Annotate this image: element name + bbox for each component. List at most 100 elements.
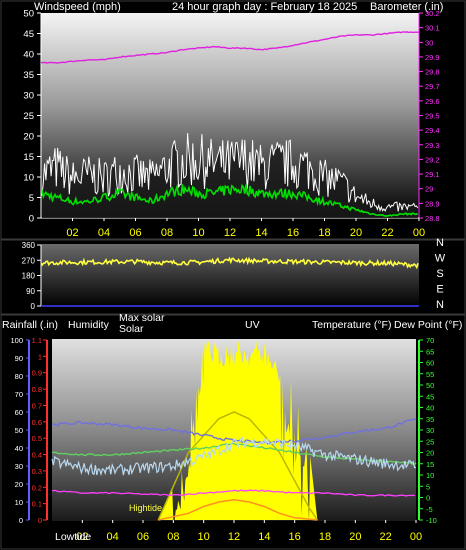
humidity-tick-label: 50 (15, 426, 23, 435)
direction-tick-label: 180 (22, 272, 36, 281)
time-tick-label: 22 (380, 531, 392, 543)
barometer-tick-label: 29.3 (425, 141, 440, 150)
rainfall-tick-label: 0.5 (32, 434, 42, 443)
barometer-tick-label: 30.2 (425, 9, 440, 18)
barometer-tick-label: 29.6 (425, 97, 440, 106)
time-tick-label: 18 (318, 227, 330, 239)
temperature-tick-label: 0 (426, 494, 430, 503)
humidity-tick-label: 80 (15, 372, 23, 381)
time-tick-label: 08 (167, 531, 179, 543)
temperature-tick-label: 65 (426, 347, 434, 356)
time-tick-label: 10 (192, 227, 204, 239)
direction-tick-label: 270 (22, 256, 36, 265)
time-tick-label: 00 (413, 227, 425, 239)
time-tick-label: 04 (107, 531, 119, 543)
time-tick-label: 12 (228, 531, 240, 543)
windspeed-tick-label: 30 (23, 91, 34, 102)
compass-label-w: W (435, 253, 446, 265)
barometer-tick-label: 30.1 (425, 24, 440, 33)
windspeed-tick-label: 20 (23, 132, 34, 143)
temperature-tick-label: 30 (426, 426, 434, 435)
direction-tick-label: 90 (26, 287, 35, 296)
rainfall-tick-label: 1.1 (32, 336, 42, 345)
rainfall-axis-title: Rainfall (.in) (2, 319, 58, 331)
rainfall-tick-label: 0.6 (32, 418, 42, 427)
compass-label-s: S (436, 268, 443, 280)
windspeed-tick-label: 25 (23, 111, 34, 122)
rainfall-tick-label: 0.7 (32, 401, 42, 410)
windspeed-tick-label: 40 (23, 50, 34, 61)
temperature-tick-label: 15 (426, 460, 434, 469)
hightide-label: Hightide (129, 503, 162, 513)
wind-baro-panel: Windspeed (mph) 24 hour graph day : Febr… (0, 0, 466, 240)
time-tick-label: 20 (349, 531, 361, 543)
humidity-tick-label: 0 (19, 516, 23, 525)
humidity-tick-label: 60 (15, 408, 23, 417)
barometer-tick-label: 29.1 (425, 170, 440, 179)
temperature-tick-label: 5 (426, 482, 430, 491)
rainfall-tick-label: 0.4 (32, 451, 42, 460)
compass-label-n: N (436, 237, 444, 249)
temperature-tick-label: 70 (426, 336, 434, 345)
temperature-tick-label: 50 (426, 381, 434, 390)
windspeed-tick-label: 15 (23, 152, 34, 163)
barometer-tick-label: 30 (425, 38, 433, 47)
wind-direction-panel: 090180270360 NWSEN (0, 237, 466, 315)
uv-legend: UV (245, 319, 260, 331)
humidity-axis-title: Humidity (68, 319, 110, 331)
direction-plot-area (41, 244, 419, 307)
time-tick-label: 12 (224, 227, 236, 239)
temperature-tick-label: 55 (426, 370, 434, 379)
windspeed-tick-label: 0 (29, 214, 34, 225)
rainfall-tick-label: 0.2 (32, 483, 42, 492)
graph-date-title: 24 hour graph day : February 18 2025 (172, 1, 357, 13)
windspeed-axis-title: Windspeed (mph) (34, 1, 121, 13)
temperature-tick-label: 60 (426, 359, 434, 368)
time-tick-label: 06 (129, 227, 141, 239)
humidity-tick-label: 10 (15, 498, 23, 507)
solar-legend: Solar (119, 323, 144, 335)
time-tick-label: 00 (410, 531, 422, 543)
rainfall-tick-label: 0.3 (32, 467, 42, 476)
temperature-tick-label: 45 (426, 392, 434, 401)
barometer-tick-label: 29.2 (425, 155, 440, 164)
temperature-tick-label: 35 (426, 415, 434, 424)
barometer-tick-label: 29.8 (425, 68, 440, 77)
time-tick-label: 18 (319, 531, 331, 543)
windspeed-tick-label: 50 (23, 9, 34, 20)
rainfall-tick-label: 1 (38, 352, 42, 361)
barometer-tick-label: 29.4 (425, 126, 440, 135)
barometer-tick-label: 29.7 (425, 82, 440, 91)
time-tick-label: 04 (98, 227, 110, 239)
temperature-axis-title: Temperature (°F) (312, 319, 391, 331)
temperature-tick-label: 25 (426, 437, 434, 446)
time-tick-label: 16 (287, 227, 299, 239)
temperature-tick-label: 10 (426, 471, 434, 480)
barometer-tick-label: 28.9 (425, 199, 440, 208)
direction-tick-label: 0 (31, 302, 36, 311)
time-tick-label: 06 (137, 531, 149, 543)
temperature-tick-label: 20 (426, 449, 434, 458)
time-tick-label: 02 (66, 227, 78, 239)
dewpoint-axis-title: Dew Point (°F) (394, 319, 462, 331)
rainfall-tick-label: 0.8 (32, 385, 42, 394)
rainfall-tick-label: 0.1 (32, 500, 42, 509)
lowtide-label: Lowtide (55, 531, 91, 543)
humidity-tick-label: 30 (15, 462, 23, 471)
time-tick-label: 14 (255, 227, 267, 239)
weather-dashboard: Windspeed (mph) 24 hour graph day : Febr… (0, 0, 466, 550)
windspeed-tick-label: 5 (29, 193, 34, 204)
humidity-tick-label: 20 (15, 480, 23, 489)
compass-label-n: N (436, 299, 444, 311)
compass-label-e: E (436, 284, 443, 296)
humidity-tick-label: 70 (15, 390, 23, 399)
barometer-tick-label: 29.9 (425, 53, 440, 62)
barometer-tick-label: 28.8 (425, 214, 440, 223)
windspeed-tick-label: 10 (23, 173, 34, 184)
rainfall-tick-label: 0.9 (32, 369, 42, 378)
temperature-tick-label: 40 (426, 404, 434, 413)
temperature-tick-label: -10 (426, 516, 437, 525)
humidity-tick-label: 90 (15, 354, 23, 363)
time-tick-label: 20 (350, 227, 362, 239)
time-tick-label: 22 (381, 227, 393, 239)
